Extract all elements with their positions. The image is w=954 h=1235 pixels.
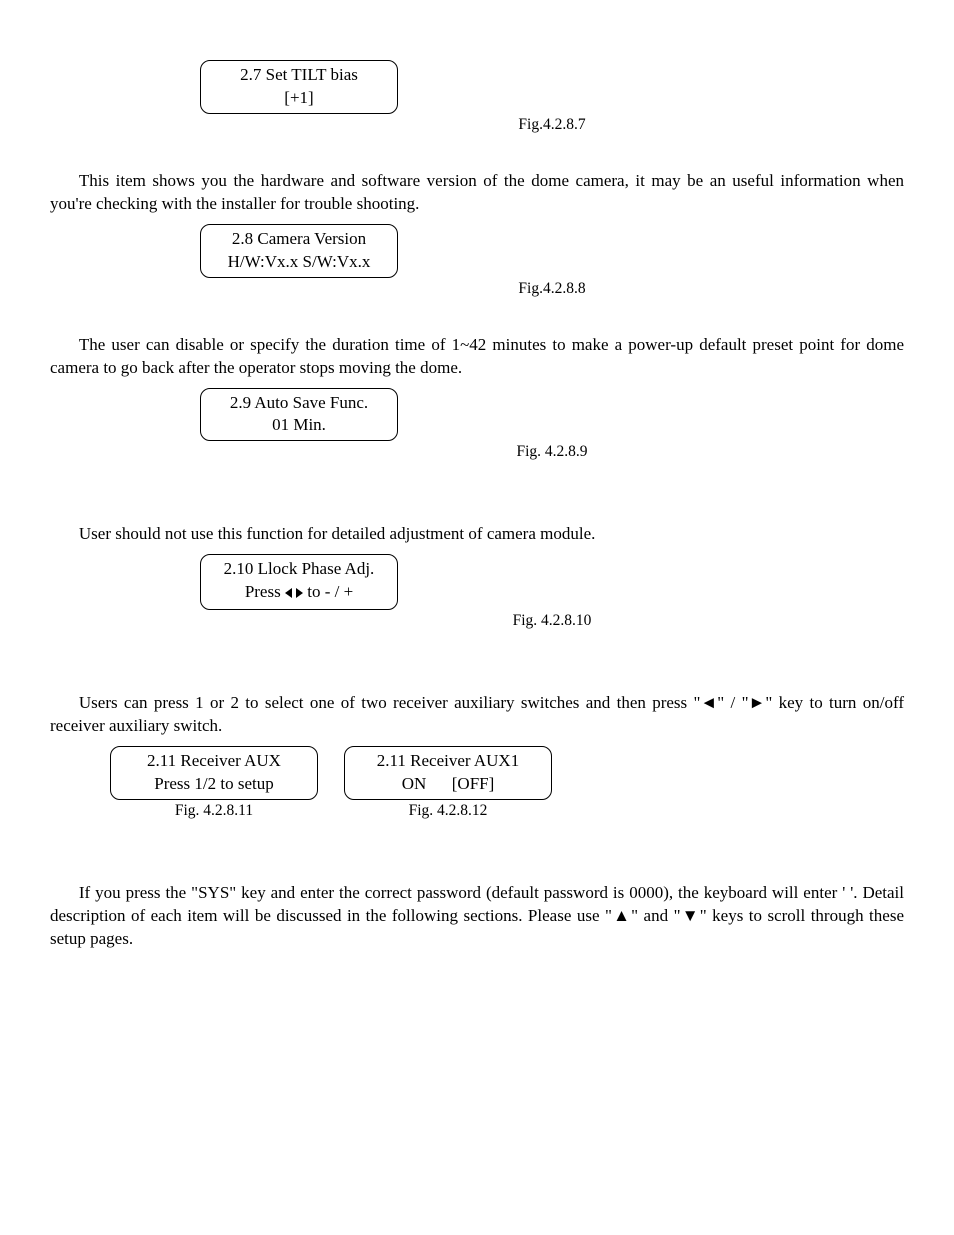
figure-box: 2.7 Set TILT bias [+1] [200, 60, 398, 114]
figure-value-prefix: Press [245, 582, 285, 601]
figure-title: 2.9 Auto Save Func. [219, 392, 379, 415]
figure-2-7: 2.7 Set TILT bias [+1] Fig.4.2.8.7 [200, 60, 904, 134]
paragraph-text: Users can press 1 or 2 to select one of … [50, 693, 904, 735]
figure-value: Press to - / + [219, 581, 379, 606]
paragraph-text: User should not use this function for de… [79, 524, 595, 543]
figure-caption: Fig. 4.2.8.10 [200, 612, 904, 630]
figure-value: [+1] [219, 87, 379, 110]
paragraph: This item shows you the hardware and sof… [50, 170, 904, 216]
figure-caption: Fig. 4.2.8.9 [200, 443, 904, 461]
figure-value: 01 Min. [219, 414, 379, 437]
figure-value: Press 1/2 to setup [129, 773, 299, 796]
figure-caption: Fig. 4.2.8.11 [110, 802, 318, 820]
figure-caption: Fig. 4.2.8.12 [344, 802, 552, 820]
figure-box: 2.10 Llock Phase Adj. Press to - / + [200, 554, 398, 610]
figure-caption: Fig.4.2.8.7 [200, 116, 904, 134]
figure-box: 2.11 Receiver AUX1 ON [OFF] [344, 746, 552, 800]
paragraph-text: The user can disable or specify the dura… [50, 335, 904, 377]
paragraph-text: This item shows you the hardware and sof… [50, 171, 904, 213]
figure-2-10: 2.10 Llock Phase Adj. Press to - / + Fig… [200, 554, 904, 630]
figure-title: 2.11 Receiver AUX1 [363, 750, 533, 773]
figure-value-suffix: to - / + [303, 582, 353, 601]
figure-2-8: 2.8 Camera Version H/W:Vx.x S/W:Vx.x Fig… [200, 224, 904, 298]
figure-value: H/W:Vx.x S/W:Vx.x [219, 251, 379, 274]
paragraph-text: If you press the "SYS" key and enter the… [50, 883, 904, 948]
figure-title: 2.7 Set TILT bias [219, 64, 379, 87]
figure-value: ON [OFF] [363, 773, 533, 796]
left-right-arrow-icon [285, 583, 303, 606]
figure-box: 2.8 Camera Version H/W:Vx.x S/W:Vx.x [200, 224, 398, 278]
figure-title: 2.8 Camera Version [219, 228, 379, 251]
figure-row: 2.11 Receiver AUX Press 1/2 to setup Fig… [110, 746, 904, 820]
figure-2-11b: 2.11 Receiver AUX1 ON [OFF] Fig. 4.2.8.1… [344, 746, 552, 820]
figure-box: 2.11 Receiver AUX Press 1/2 to setup [110, 746, 318, 800]
figure-2-11a: 2.11 Receiver AUX Press 1/2 to setup Fig… [110, 746, 318, 820]
paragraph: If you press the "SYS" key and enter the… [50, 882, 904, 951]
paragraph: User should not use this function for de… [50, 523, 904, 546]
figure-2-9: 2.9 Auto Save Func. 01 Min. Fig. 4.2.8.9 [200, 388, 904, 462]
paragraph: The user can disable or specify the dura… [50, 334, 904, 380]
paragraph: Users can press 1 or 2 to select one of … [50, 692, 904, 738]
figure-caption: Fig.4.2.8.8 [200, 280, 904, 298]
figure-title: 2.10 Llock Phase Adj. [219, 558, 379, 581]
figure-title: 2.11 Receiver AUX [129, 750, 299, 773]
figure-box: 2.9 Auto Save Func. 01 Min. [200, 388, 398, 442]
